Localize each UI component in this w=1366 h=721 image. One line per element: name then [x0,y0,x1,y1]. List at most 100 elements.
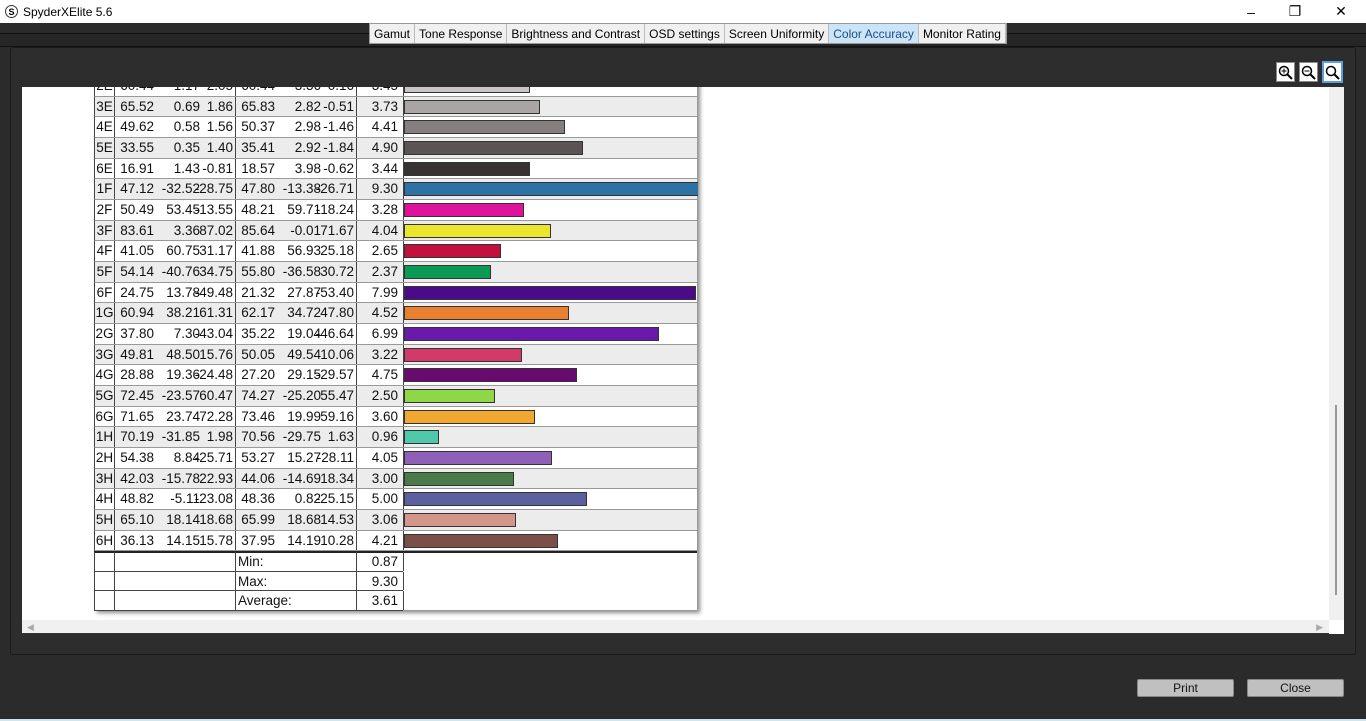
delta-e-value: 3.45 [357,87,404,96]
table-row: 2F 50.49 53.45 -13.55 48.21 59.71 -18.24 3.28 [94,200,697,221]
reference-lab: 54.14 -40.76 34.75 [115,262,236,282]
ref-value: 1.43 [173,160,200,176]
minimize-button[interactable]: – [1228,0,1274,23]
close-button[interactable]: Close [1247,679,1344,697]
patch-id: 3G [95,344,115,365]
reference-lab: 49.81 48.50 15.76 [115,344,236,365]
tab-gamut[interactable]: Gamut [370,24,416,43]
measured-lab: 73.46 19.99 59.16 [236,406,357,427]
delta-e-value: 3.00 [357,468,404,489]
measured-lab: 48.36 0.82 -25.15 [236,489,357,510]
measured-lab: 70.56 -29.75 1.63 [236,427,357,448]
meas-value: 2.98 [294,119,321,135]
ref-value: 48.82 [120,491,154,507]
scroll-right-icon[interactable]: ▶ [1316,622,1323,633]
ref-value: 3.36 [173,222,200,238]
tab-tone-response[interactable]: Tone Response [415,24,508,43]
tab-osd-settings[interactable]: OSD settings [645,24,725,43]
reference-lab: 16.91 1.43 -0.81 [115,158,236,179]
meas-value: -0.51 [323,98,354,114]
tab-monitor-rating[interactable]: Monitor Rating [919,24,1006,43]
measured-lab: 85.64 -0.01 71.67 [236,220,357,241]
zoom-in-button[interactable] [1276,62,1295,82]
measured-lab: 50.37 2.98 -1.46 [236,117,357,137]
meas-value: -26.71 [315,181,354,197]
meas-value: 73.46 [241,408,275,424]
tab-color-accuracy[interactable]: Color Accuracy [829,24,919,43]
reference-lab: 42.03 -15.78 22.93 [115,468,236,489]
ref-value: -28.75 [194,181,233,197]
reference-lab: 83.61 3.36 87.02 [115,220,236,241]
patch-id: 3H [95,468,115,489]
table-row: 1F 47.12 -32.52 -28.75 47.80 -13.38 -26.71 9.30 [94,179,698,200]
table-row: 4F 41.05 60.75 31.17 41.88 56.93 25.18 2.65 [94,241,697,263]
measured-lab: 60.44 3.36 0.16 [236,87,357,96]
ref-value: 14.15 [166,532,200,548]
table-row: 3E 65.52 0.69 1.86 65.83 2.82 -0.51 3.73 [94,96,697,118]
vertical-scroll-thumb[interactable] [1335,405,1337,595]
meas-value: 62.17 [241,305,275,321]
meas-value: 65.83 [241,98,275,114]
meas-value: -29.75 [282,429,321,445]
measured-lab: 21.32 27.87 -53.40 [236,282,357,303]
vertical-scrollbar[interactable] [1329,87,1344,620]
meas-value: 47.80 [241,181,275,197]
zoom-fit-button[interactable] [1322,61,1343,83]
delta-e-bar [404,182,698,197]
delta-e-value: 4.90 [357,138,404,158]
reference-lab: 33.55 0.35 1.40 [115,138,236,158]
patch-id: 3E [95,96,115,117]
reference-lab: 60.94 38.21 61.31 [115,303,236,324]
delta-e-bar [404,306,569,321]
meas-value: 2.82 [294,98,321,114]
table-row: 2H 54.38 8.84 -25.71 53.27 15.27 -28.11 4.05 [94,448,697,469]
reference-lab: 54.38 8.84 -25.71 [115,448,236,468]
reference-lab: 65.10 18.14 18.68 [115,510,236,530]
delta-e-bar [404,368,578,383]
meas-value: 10.06 [320,346,354,362]
scroll-left-icon[interactable]: ◀ [27,622,34,633]
delta-e-bar [404,203,524,218]
ref-value: 0.58 [173,119,200,135]
patch-id: 4G [95,365,115,386]
ref-value: 38.21 [166,305,200,321]
patch-id: 3F [95,220,115,241]
patch-id: 5H [95,510,115,530]
meas-value: 56.93 [287,243,321,259]
delta-e-bar [404,99,541,114]
patch-id: 4F [95,241,115,262]
table-row: 3F 83.61 3.36 87.02 85.64 -0.01 71.67 4.04 [94,220,697,242]
meas-value: 19.99 [287,408,321,424]
meas-value: 14.19 [287,532,321,548]
ref-value: 61.31 [199,305,233,321]
print-button[interactable]: Print [1137,679,1234,697]
ref-value: 65.10 [120,512,154,528]
meas-value: 2.92 [294,140,321,155]
patch-id: 5G [95,386,115,406]
meas-value: 41.88 [241,243,275,259]
delta-e-value: 2.65 [357,241,404,262]
maximize-button[interactable]: ❐ [1272,0,1318,23]
meas-value: -29.57 [315,367,354,383]
table-row: 6G 71.65 23.74 72.28 73.46 19.99 59.16 3.60 [94,406,697,428]
ref-value: 60.75 [166,243,200,259]
tab-screen-uniformity[interactable]: Screen Uniformity [725,24,830,43]
tab-brightness-and-contrast[interactable]: Brightness and Contrast [507,24,646,43]
table-row: 5F 54.14 -40.76 34.75 55.80 -36.58 30.72 2.37 [94,262,697,283]
patch-id: 4H [95,489,115,510]
meas-value: 50.05 [241,346,275,362]
reference-lab: 49.62 0.58 1.56 [115,117,236,137]
horizontal-scrollbar[interactable]: ◀ ▶ [22,620,1329,634]
ref-value: -23.08 [194,491,233,507]
zoom-out-button[interactable] [1299,62,1318,82]
meas-value: 85.64 [241,222,275,238]
delta-e-bar [404,347,522,362]
ref-value: 47.12 [120,181,154,197]
delta-e-value: 4.52 [357,303,404,324]
ref-value: 54.14 [120,264,154,280]
meas-value: -0.01 [290,222,321,238]
ref-value: 1.86 [206,98,233,114]
patch-id: 2F [95,200,115,220]
delta-e-value: 3.73 [357,96,404,117]
close-window-button[interactable]: ✕ [1318,0,1364,23]
